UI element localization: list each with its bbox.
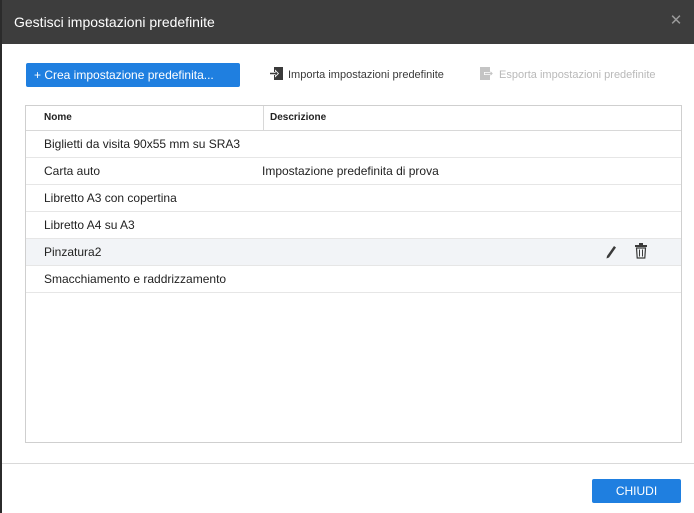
footer-divider — [2, 463, 694, 464]
import-presets-label: Importa impostazioni predefinite — [288, 69, 444, 81]
table-row[interactable]: Libretto A3 con copertina — [26, 185, 681, 212]
row-name: Carta auto — [44, 164, 101, 178]
row-name: Pinzatura2 — [44, 245, 102, 259]
import-presets-button[interactable]: Importa impostazioni predefinite — [269, 66, 444, 84]
table-row[interactable]: Pinzatura2 — [26, 239, 681, 266]
delete-icon[interactable] — [634, 243, 648, 259]
dialog-title: Gestisci impostazioni predefinite — [14, 14, 215, 30]
edit-icon[interactable] — [604, 244, 618, 260]
import-icon — [269, 67, 283, 80]
table-header: Nome Descrizione — [26, 106, 681, 131]
column-header-name[interactable]: Nome — [44, 106, 72, 130]
table-row[interactable]: Smacchiamento e raddrizzamento — [26, 266, 681, 293]
close-icon[interactable]: ✕ — [668, 13, 684, 29]
export-presets-button: Esporta impostazioni predefinite — [480, 66, 656, 84]
table-row[interactable]: Carta auto Impostazione predefinita di p… — [26, 158, 681, 185]
row-description: Impostazione predefinita di prova — [262, 164, 439, 178]
export-presets-label: Esporta impostazioni predefinite — [499, 69, 656, 81]
table-row[interactable]: Biglietti da visita 90x55 mm su SRA3 — [26, 131, 681, 158]
row-name: Libretto A3 con copertina — [44, 191, 177, 205]
table-row[interactable]: Libretto A4 su A3 — [26, 212, 681, 239]
close-button[interactable]: CHIUDI — [592, 479, 681, 503]
row-name: Smacchiamento e raddrizzamento — [44, 272, 227, 286]
row-name: Biglietti da visita 90x55 mm su SRA3 — [44, 137, 241, 151]
dialog-title-bar: Gestisci impostazioni predefinite ✕ — [2, 0, 694, 44]
window-edge — [0, 0, 2, 513]
row-name: Libretto A4 su A3 — [44, 218, 135, 232]
presets-table: Nome Descrizione Biglietti da visita 90x… — [25, 105, 682, 443]
create-preset-button[interactable]: + Crea impostazione predefinita... — [26, 63, 240, 87]
column-header-description[interactable]: Descrizione — [263, 106, 326, 130]
export-icon — [480, 67, 494, 80]
